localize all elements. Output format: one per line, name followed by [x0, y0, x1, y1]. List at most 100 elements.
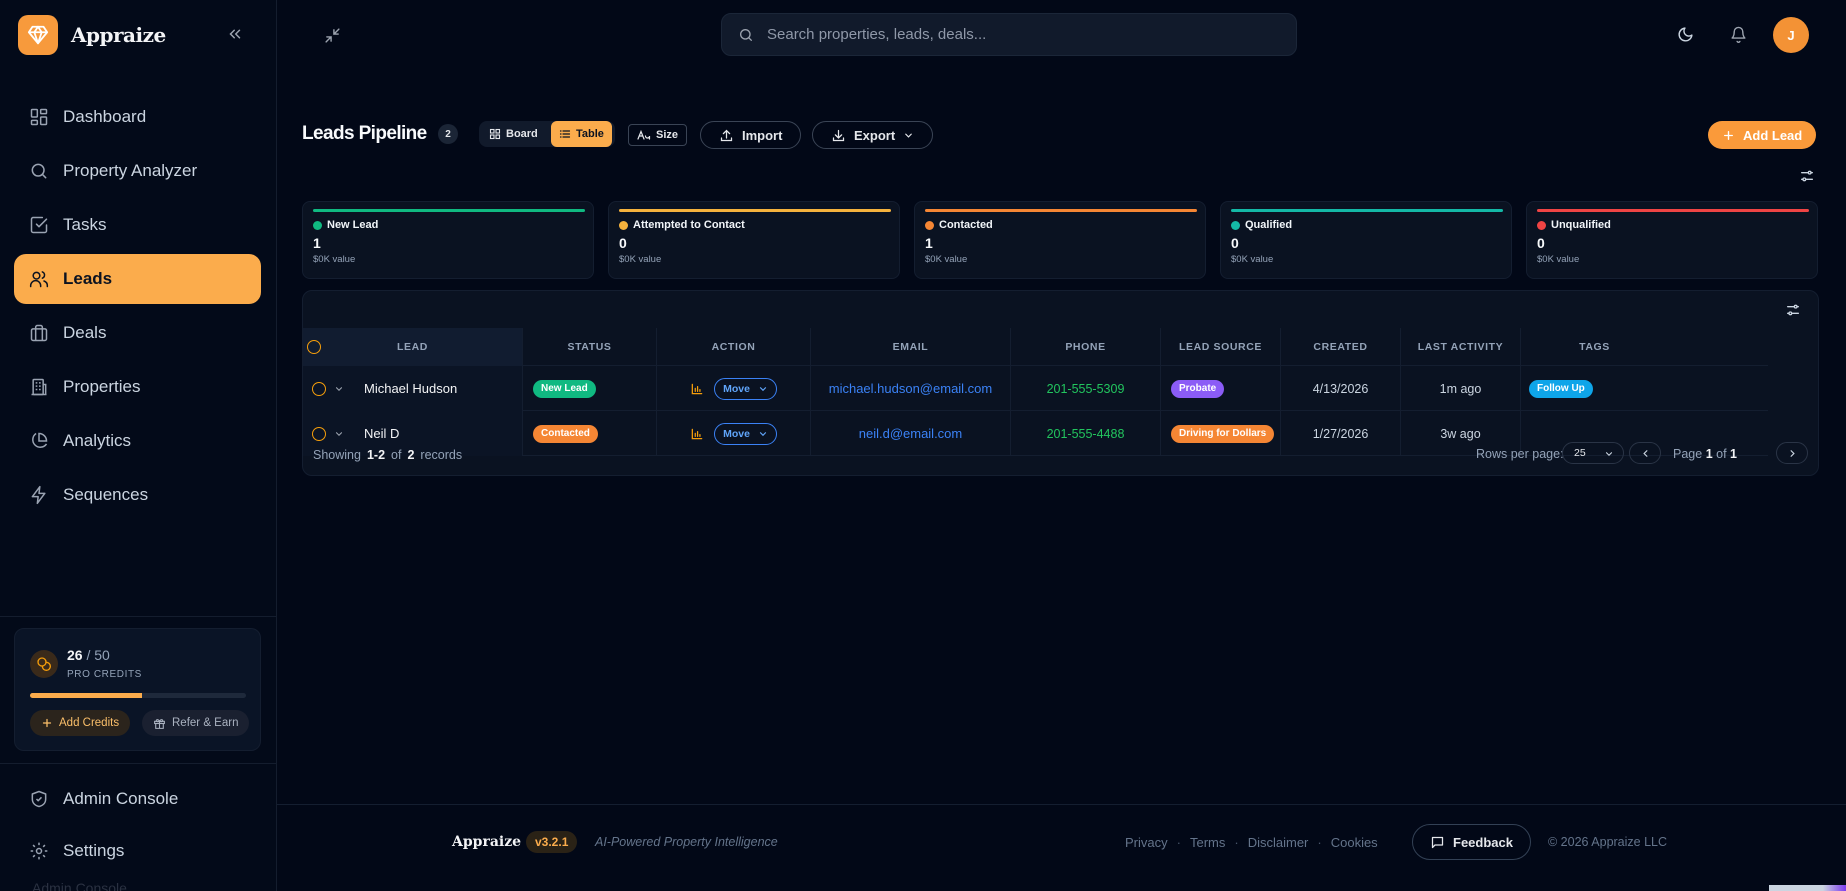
column-header-tags[interactable]: TAGS	[1521, 328, 1668, 366]
export-button[interactable]: Export	[812, 121, 934, 149]
select-all-checkbox[interactable]	[307, 340, 321, 354]
lead-name[interactable]: Neil D	[364, 426, 399, 441]
board-view-button[interactable]: Board	[481, 121, 546, 147]
stage-card-contacted[interactable]: Contacted 1 $0K value	[914, 201, 1206, 279]
column-header-email[interactable]: EMAIL	[811, 328, 1011, 366]
rows-per-page-select[interactable]: 25	[1562, 442, 1624, 464]
add-lead-button[interactable]: Add Lead	[1708, 121, 1817, 149]
chevron-left-icon	[1640, 448, 1651, 459]
source-badge: Probate	[1171, 379, 1225, 398]
sliders-icon[interactable]	[1785, 302, 1801, 318]
sidebar-item-property-analyzer[interactable]: Property Analyzer	[14, 146, 261, 196]
created-date: 4/13/2026	[1312, 381, 1369, 396]
email-link[interactable]: neil.d@email.com	[859, 426, 963, 441]
status-badge[interactable]: Contacted	[533, 424, 598, 443]
column-label: LAST ACTIVITY	[1417, 341, 1504, 353]
sidebar: Appraize Dashboard Property Analyzer Tas…	[0, 0, 277, 891]
stage-dot	[1231, 220, 1240, 230]
table-header: LEAD STATUS ACTION EMAIL PHONE LEAD SOUR…	[303, 328, 1768, 366]
table-view-button[interactable]: Table	[551, 121, 612, 147]
sidebar-item-settings[interactable]: Settings	[14, 827, 261, 875]
stage-color-bar	[313, 209, 585, 212]
stage-card-new-lead[interactable]: New Lead 1 $0K value	[302, 201, 594, 279]
move-button[interactable]: Move	[714, 377, 777, 400]
add-credits-button[interactable]: Add Credits	[30, 710, 131, 736]
sidebar-item-properties[interactable]: Properties	[14, 362, 261, 412]
stage-value: $0K value	[619, 254, 662, 265]
stage-dot	[313, 220, 322, 230]
sidebar-item-leads[interactable]: Leads	[14, 254, 261, 304]
column-header-lead[interactable]: LEAD	[303, 328, 523, 366]
collapse-sidebar-icon[interactable]	[226, 25, 244, 43]
refer-earn-button[interactable]: Refer & Earn	[142, 710, 250, 736]
stage-card-attempted[interactable]: Attempted to Contact 0 $0K value	[608, 201, 900, 279]
sidebar-item-label: Leads	[63, 269, 113, 288]
row-checkbox[interactable]	[312, 426, 326, 441]
sliders-icon[interactable]	[1799, 168, 1815, 184]
size-label: Size	[656, 129, 679, 141]
source-cell: Probate	[1161, 366, 1281, 411]
email-cell: michael.hudson@email.com	[811, 366, 1011, 411]
chevron-down-icon[interactable]	[334, 429, 344, 439]
sidebar-item-analytics[interactable]: Analytics	[14, 416, 261, 466]
column-header-phone[interactable]: PHONE	[1011, 328, 1161, 366]
column-header-created[interactable]: CREATED	[1281, 328, 1401, 366]
column-label: TAGS	[1579, 341, 1610, 353]
disclaimer-link[interactable]: Disclaimer	[1248, 835, 1309, 850]
row-checkbox[interactable]	[312, 381, 326, 396]
privacy-link[interactable]: Privacy	[1125, 835, 1168, 850]
sidebar-item-label: Sequences	[63, 485, 149, 504]
move-button[interactable]: Move	[714, 422, 777, 445]
stage-dot	[1537, 220, 1546, 230]
stage-card-unqualified[interactable]: Unqualified 0 $0K value	[1526, 201, 1818, 279]
bar-chart-icon[interactable]	[690, 427, 704, 441]
column-header-action[interactable]: ACTION	[657, 328, 811, 366]
import-button[interactable]: Import	[700, 121, 802, 149]
stage-card-qualified[interactable]: Qualified 0 $0K value	[1220, 201, 1512, 279]
phone-link[interactable]: 201-555-5309	[1047, 382, 1125, 396]
grid-icon	[489, 128, 501, 140]
cookies-link[interactable]: Cookies	[1331, 835, 1378, 850]
credits-count: 26 / 50	[67, 647, 110, 663]
size-button[interactable]: Size	[628, 124, 688, 146]
chevron-down-icon[interactable]	[334, 384, 344, 394]
download-icon	[831, 128, 846, 143]
page-of-label: of	[1716, 447, 1727, 461]
column-header-status[interactable]: STATUS	[523, 328, 657, 366]
topbar: J	[277, 0, 1846, 70]
main-content: Leads Pipeline 2 Board Table Size Import…	[277, 70, 1846, 891]
sidebar-divider	[0, 763, 277, 764]
terms-link[interactable]: Terms	[1190, 835, 1225, 850]
column-header-lead-source[interactable]: LEAD SOURCE	[1161, 328, 1281, 366]
avatar[interactable]: J	[1773, 17, 1809, 53]
minimize-icon[interactable]	[324, 27, 341, 44]
email-link[interactable]: michael.hudson@email.com	[829, 381, 993, 396]
sidebar-nav: Dashboard Property Analyzer Tasks Leads …	[14, 92, 261, 524]
next-page-button[interactable]	[1776, 442, 1808, 464]
separator: ·	[1317, 835, 1322, 850]
brand[interactable]: Appraize	[18, 15, 166, 55]
moon-icon[interactable]	[1677, 26, 1694, 43]
sidebar-item-tasks[interactable]: Tasks	[14, 200, 261, 250]
bell-icon[interactable]	[1730, 26, 1747, 43]
sidebar-item-deals[interactable]: Deals	[14, 308, 261, 358]
column-header-last-activity[interactable]: LAST ACTIVITY	[1401, 328, 1521, 366]
search-input[interactable]	[767, 26, 1267, 43]
lead-name[interactable]: Michael Hudson	[364, 381, 457, 396]
stage-count: 1	[313, 235, 321, 251]
created-date: 1/27/2026	[1312, 426, 1369, 441]
search-bar[interactable]	[721, 13, 1297, 56]
bar-chart-icon[interactable]	[690, 382, 704, 396]
status-badge[interactable]: New Lead	[533, 379, 596, 398]
stage-name: Qualified	[1231, 219, 1292, 231]
sidebar-item-sequences[interactable]: Sequences	[14, 470, 261, 520]
tag-chip[interactable]: Follow Up	[1529, 379, 1593, 398]
grid-icon	[29, 107, 49, 127]
phone-link[interactable]: 201-555-4488	[1047, 427, 1125, 441]
sidebar-item-dashboard[interactable]: Dashboard	[14, 92, 261, 142]
feedback-button[interactable]: Feedback	[1412, 824, 1531, 860]
prev-page-button[interactable]	[1629, 442, 1661, 464]
sidebar-item-admin-console[interactable]: Admin Console	[14, 775, 261, 823]
table-row[interactable]: Michael Hudson New Lead Move michael.hud…	[303, 366, 1768, 411]
stage-dot	[619, 220, 628, 230]
